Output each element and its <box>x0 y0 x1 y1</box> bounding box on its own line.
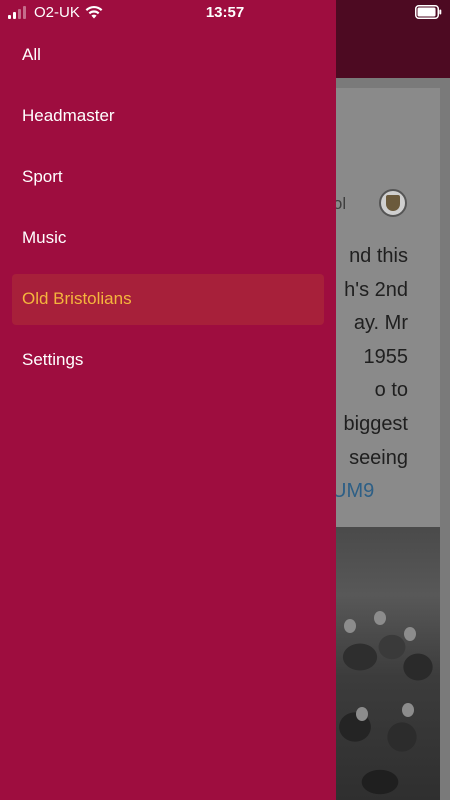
battery-icon <box>415 5 442 19</box>
drawer-item-settings[interactable]: Settings <box>12 335 324 386</box>
status-time: 13:57 <box>205 4 245 21</box>
drawer-item-old-bristolians[interactable]: Old Bristolians <box>12 273 324 325</box>
app-screen: hool nd this h's 2nd ay. Mr 1955 o to bi… <box>0 0 450 800</box>
navigation-drawer: All Headmaster Sport Music Old Bristolia… <box>0 0 336 800</box>
drawer-item-headmaster[interactable]: Headmaster <box>12 90 324 141</box>
drawer-menu: All Headmaster Sport Music Old Bristolia… <box>12 29 324 396</box>
status-bar: O2-UK 13:57 <box>0 0 450 26</box>
drawer-item-label: Old Bristolians <box>22 289 132 309</box>
drawer-item-label: Headmaster <box>22 105 115 125</box>
school-crest-icon <box>379 189 407 217</box>
drawer-item-label: All <box>22 44 41 64</box>
drawer-item-label: Music <box>22 228 67 248</box>
post-photo[interactable] <box>330 527 440 800</box>
drawer-item-all[interactable]: All <box>12 29 324 80</box>
drawer-item-sport[interactable]: Sport <box>12 151 324 202</box>
drawer-item-label: Sport <box>22 166 63 186</box>
drawer-item-music[interactable]: Music <box>12 213 324 264</box>
drawer-item-label: Settings <box>22 350 84 370</box>
